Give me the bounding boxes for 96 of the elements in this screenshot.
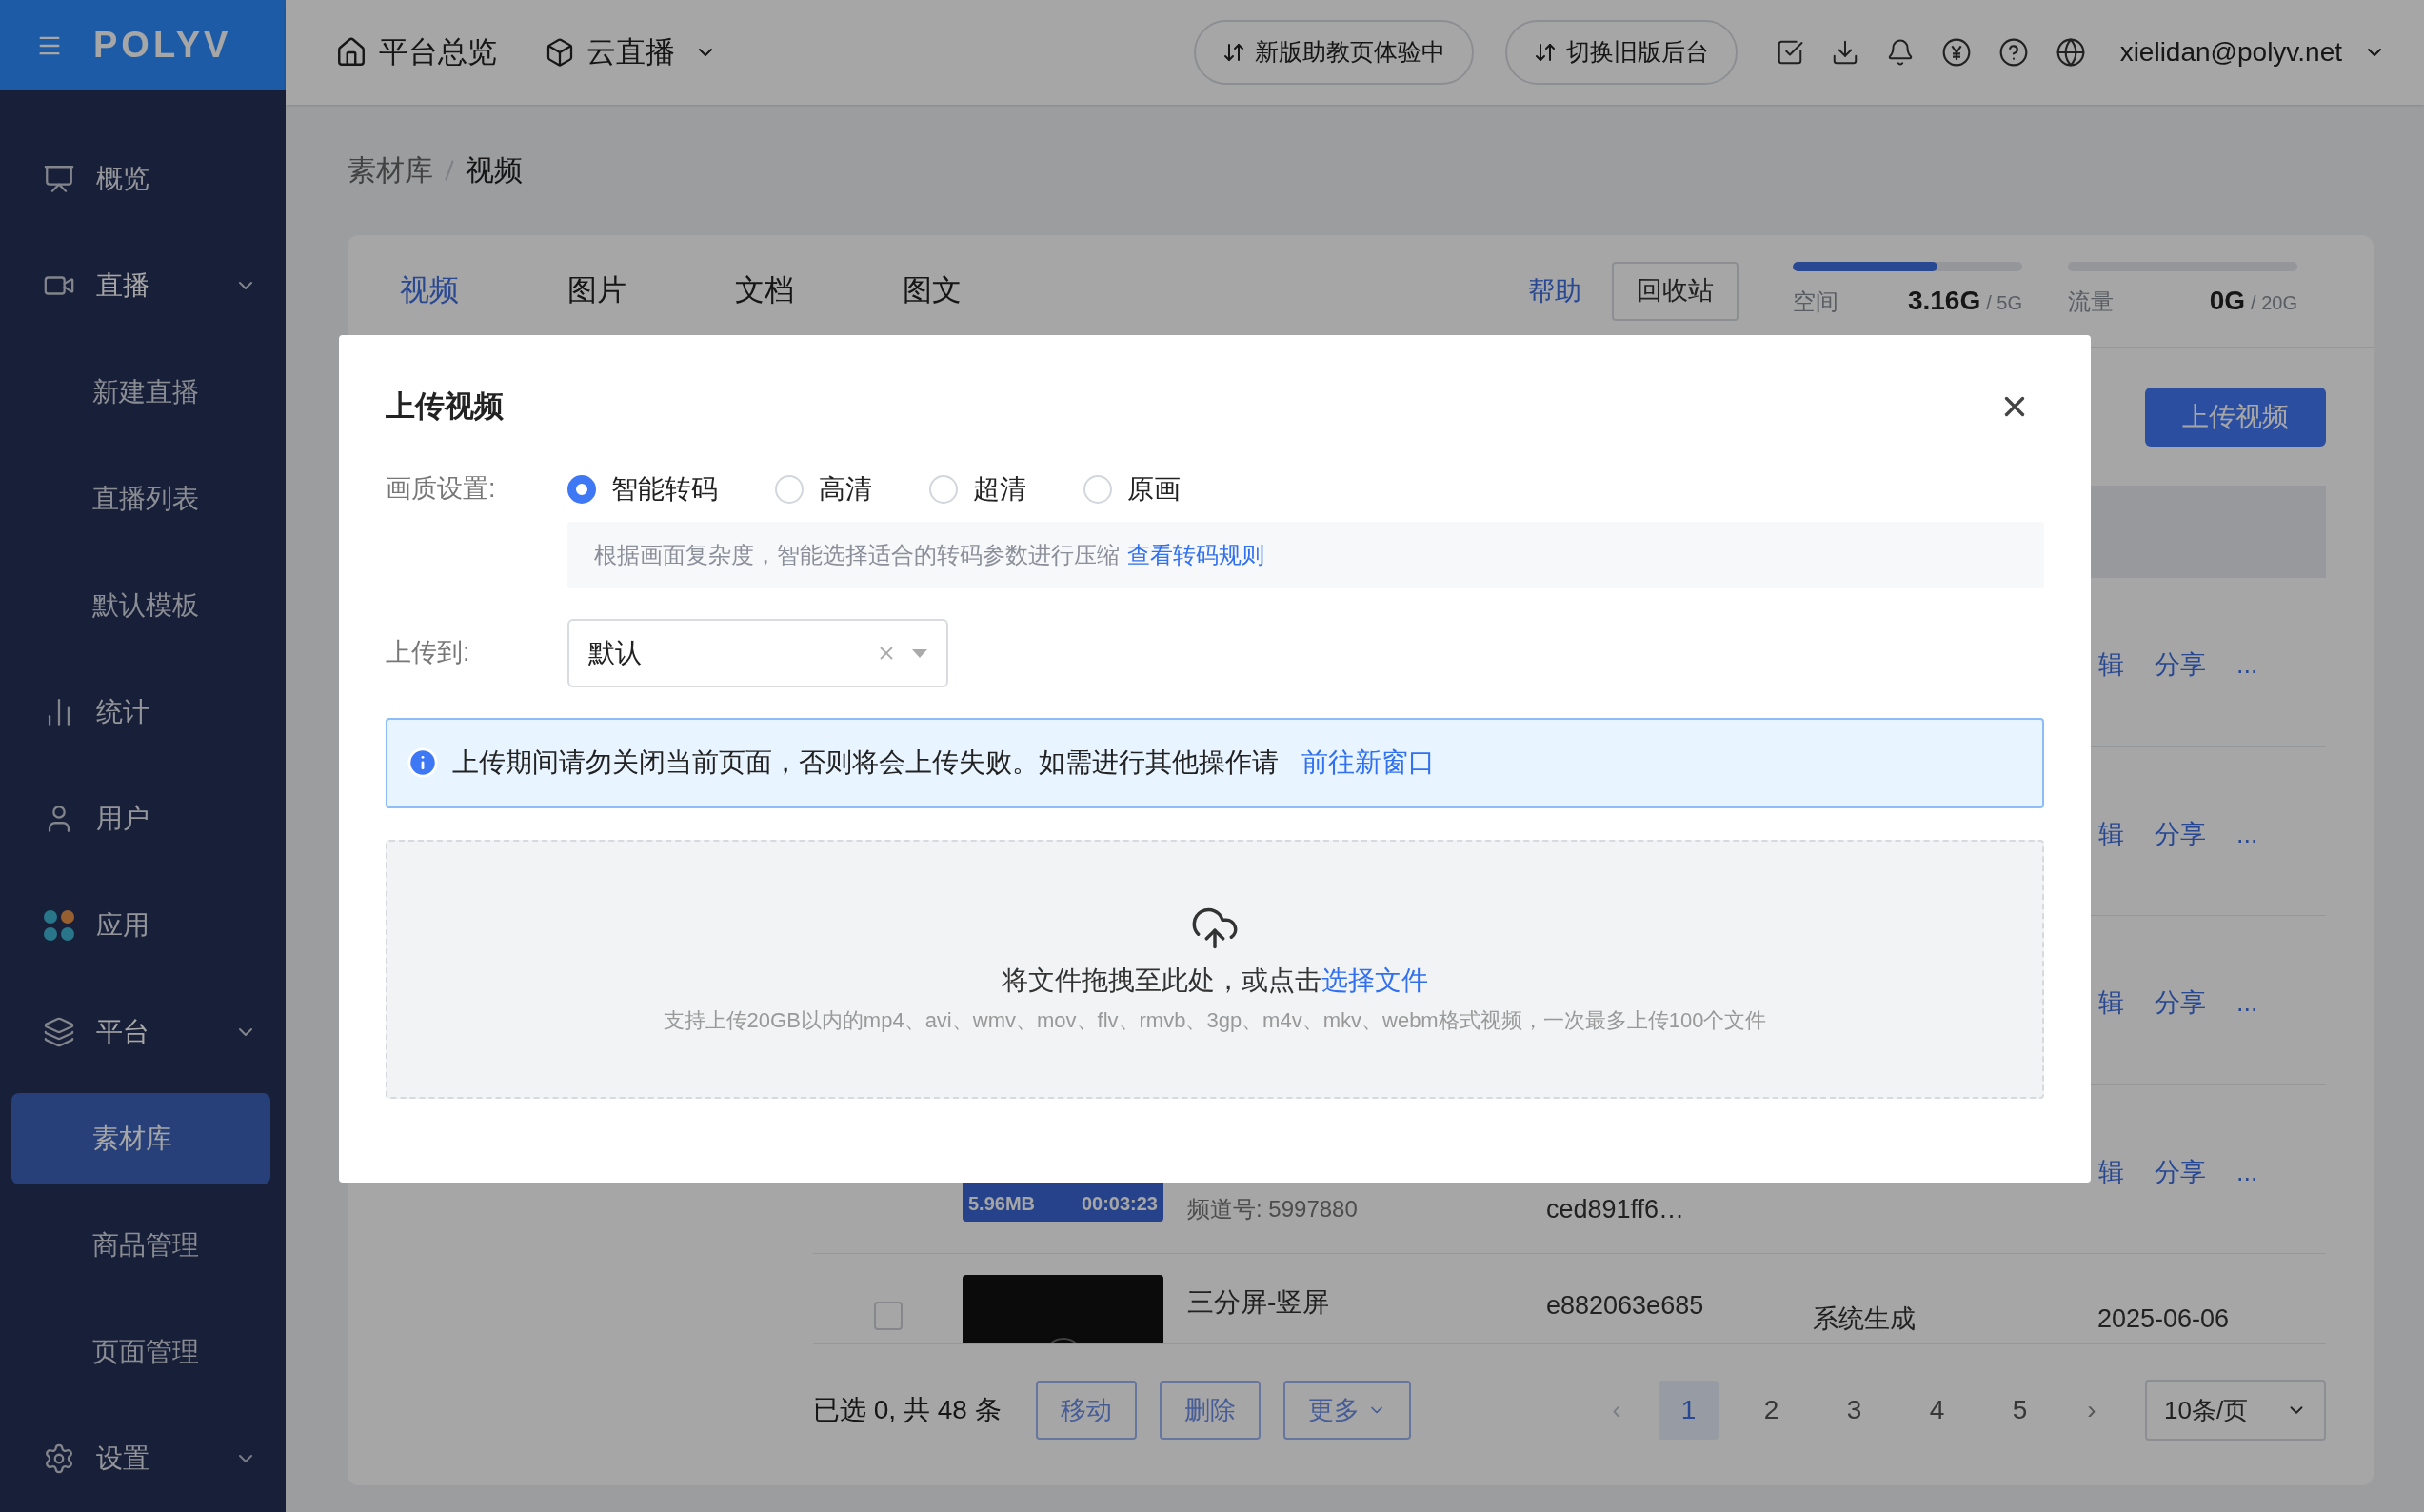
sidebar-item[interactable]: 应用 <box>0 872 286 979</box>
presentation-icon <box>43 163 75 195</box>
choose-file-link[interactable]: 选择文件 <box>1321 965 1428 995</box>
sidebar-item[interactable]: 直播列表 <box>0 453 286 545</box>
help-link[interactable]: 帮助 <box>1528 270 1581 311</box>
field-label: 画质设置: <box>386 473 497 506</box>
hint-text: 根据画面复杂度，智能选择适合的转码参数进行压缩 <box>594 540 1120 569</box>
page-button[interactable]: 4 <box>1907 1381 1967 1440</box>
quota-total: / 20G <box>2251 290 2297 315</box>
apps-icon <box>43 909 75 942</box>
caret-icon <box>910 647 929 659</box>
swap-icon <box>1222 41 1245 64</box>
selection-summary: 已选 0, 共 48 条 <box>813 1394 1002 1426</box>
globe-icon[interactable] <box>2055 37 2086 68</box>
sidebar-item[interactable]: 设置 <box>0 1405 286 1512</box>
action-link[interactable]: 分享 <box>2155 1152 2206 1192</box>
action-link[interactable]: 分享 <box>2155 984 2206 1023</box>
breadcrumb-link[interactable]: 素材库 <box>348 149 433 191</box>
file-size: 5.96MB <box>968 1191 1036 1216</box>
page-size-select[interactable]: 10条/页 <box>2145 1380 2326 1441</box>
batch-button[interactable]: 删除 <box>1159 1381 1261 1440</box>
quota-label: 流量 <box>2068 287 2115 316</box>
batch-button[interactable]: 移动 <box>1035 1381 1137 1440</box>
breadcrumb-current: 视频 <box>466 153 523 188</box>
radio-option[interactable]: 高清 <box>775 468 872 509</box>
page-button[interactable]: 5 <box>1990 1381 2050 1440</box>
page-button[interactable]: 2 <box>1741 1381 1801 1440</box>
switch-button[interactable]: 切换旧版后台 <box>1504 20 1738 85</box>
action-link[interactable]: 辑 <box>2098 1152 2124 1192</box>
cube-icon <box>545 37 575 68</box>
switch-button[interactable]: 新版助教页体验中 <box>1193 20 1474 85</box>
nav-dropdown[interactable]: 云直播 <box>545 30 717 75</box>
radio-option[interactable]: 智能转码 <box>567 468 718 509</box>
layers-icon <box>43 1016 75 1048</box>
sidebar-item[interactable]: 直播 <box>0 232 286 339</box>
field-label: 上传到: <box>386 637 471 669</box>
source-text: 系统生成 <box>1813 1303 1917 1336</box>
recycle-button[interactable]: 回收站 <box>1612 261 1739 321</box>
batch-button[interactable]: 更多 <box>1282 1381 1411 1440</box>
nav-link[interactable]: 平台总览 <box>335 30 497 75</box>
radio-option[interactable]: 原画 <box>1083 468 1181 509</box>
swap-icon <box>1533 41 1557 64</box>
logo[interactable]: POLYV <box>93 18 232 72</box>
sidebar-item[interactable]: 概览 <box>0 126 286 232</box>
page-button[interactable]: 3 <box>1824 1381 1884 1440</box>
upload-button[interactable]: 上传视频 <box>2145 387 2326 447</box>
more-link[interactable]: ... <box>2236 984 2258 1023</box>
tab[interactable]: 文档 <box>735 269 903 313</box>
new-window-link[interactable]: 前往新窗口 <box>1301 743 1435 783</box>
dialog-title: 上传视频 <box>386 388 504 425</box>
drop-text: 将文件拖拽至此处，或点击选择文件 <box>1002 964 1428 997</box>
video-title: 三分屏-竖屏 <box>1187 1286 1331 1320</box>
radio-button[interactable] <box>567 474 596 504</box>
duration: 00:03:23 <box>1081 1191 1158 1216</box>
sidebar-item[interactable]: 用户 <box>0 766 286 872</box>
drop-zone[interactable]: 将文件拖拽至此处，或点击选择文件 支持上传20GB以内的mp4、avi、wmv、mov、flv、rmvb、3gp、m4v、mkv、webm格式视频，一次最多上传100个文件 <box>386 839 2044 1099</box>
home-icon <box>335 36 368 69</box>
more-link[interactable]: ... <box>2236 814 2258 854</box>
video-id: e882063e685 <box>1546 1290 1705 1323</box>
action-link[interactable]: 分享 <box>2155 646 2206 685</box>
action-link[interactable]: 辑 <box>2098 814 2124 854</box>
quota-label: 空间 <box>1793 287 1839 316</box>
notice-text: 上传期间请勿关闭当前页面，否则将会上传失败。如需进行其他操作请 <box>452 746 1279 779</box>
channel-number: 频道号: 5997880 <box>1187 1194 1359 1224</box>
sidebar-item[interactable]: 素材库 <box>11 1093 270 1184</box>
rules-link[interactable]: 查看转码规则 <box>1127 537 1264 572</box>
tab[interactable]: 视频 <box>400 269 567 313</box>
tab[interactable]: 图文 <box>903 269 1070 313</box>
tab[interactable]: 图片 <box>567 269 735 313</box>
sidebar-item[interactable]: 页面管理 <box>0 1306 286 1398</box>
help-icon[interactable] <box>1997 37 2029 68</box>
action-link[interactable]: 辑 <box>2098 984 2124 1023</box>
video-id: ced891ff6… <box>1546 1193 1686 1225</box>
more-link[interactable]: ... <box>2236 1152 2258 1192</box>
quota-total: / 5G <box>1986 290 2022 315</box>
radio-option[interactable]: 超清 <box>929 468 1026 509</box>
action-link[interactable]: 辑 <box>2098 646 2124 685</box>
drop-hint: 支持上传20GB以内的mp4、avi、wmv、mov、flv、rmvb、3gp、m4v、mkv、webm格式视频，一次最多上传100个文件 <box>663 1006 1767 1034</box>
folder-select[interactable]: 默认 <box>567 618 948 687</box>
settings-icon <box>43 1442 75 1475</box>
yen-icon[interactable] <box>1940 37 1972 68</box>
user-menu[interactable]: xielidan@polyv.net <box>2119 32 2386 72</box>
sidebar-item[interactable]: 平台 <box>0 979 286 1085</box>
info-icon <box>407 746 439 779</box>
action-link[interactable]: 分享 <box>2155 814 2206 854</box>
sidebar-item[interactable]: 默认模板 <box>0 560 286 651</box>
quota-used: 3.16G <box>1907 284 1981 317</box>
sidebar-item[interactable]: 统计 <box>0 659 286 766</box>
more-link[interactable]: ... <box>2236 646 2258 685</box>
next-page-button[interactable]: › <box>2073 1390 2111 1430</box>
sidebar-item[interactable]: 商品管理 <box>0 1200 286 1291</box>
row-checkbox[interactable] <box>873 1302 903 1331</box>
quota-used: 0G <box>2209 284 2246 317</box>
sidebar-item[interactable]: 新建直播 <box>0 347 286 438</box>
page-button[interactable]: 1 <box>1659 1381 1719 1440</box>
date-text: 2025-06-06 <box>2096 1303 2231 1336</box>
